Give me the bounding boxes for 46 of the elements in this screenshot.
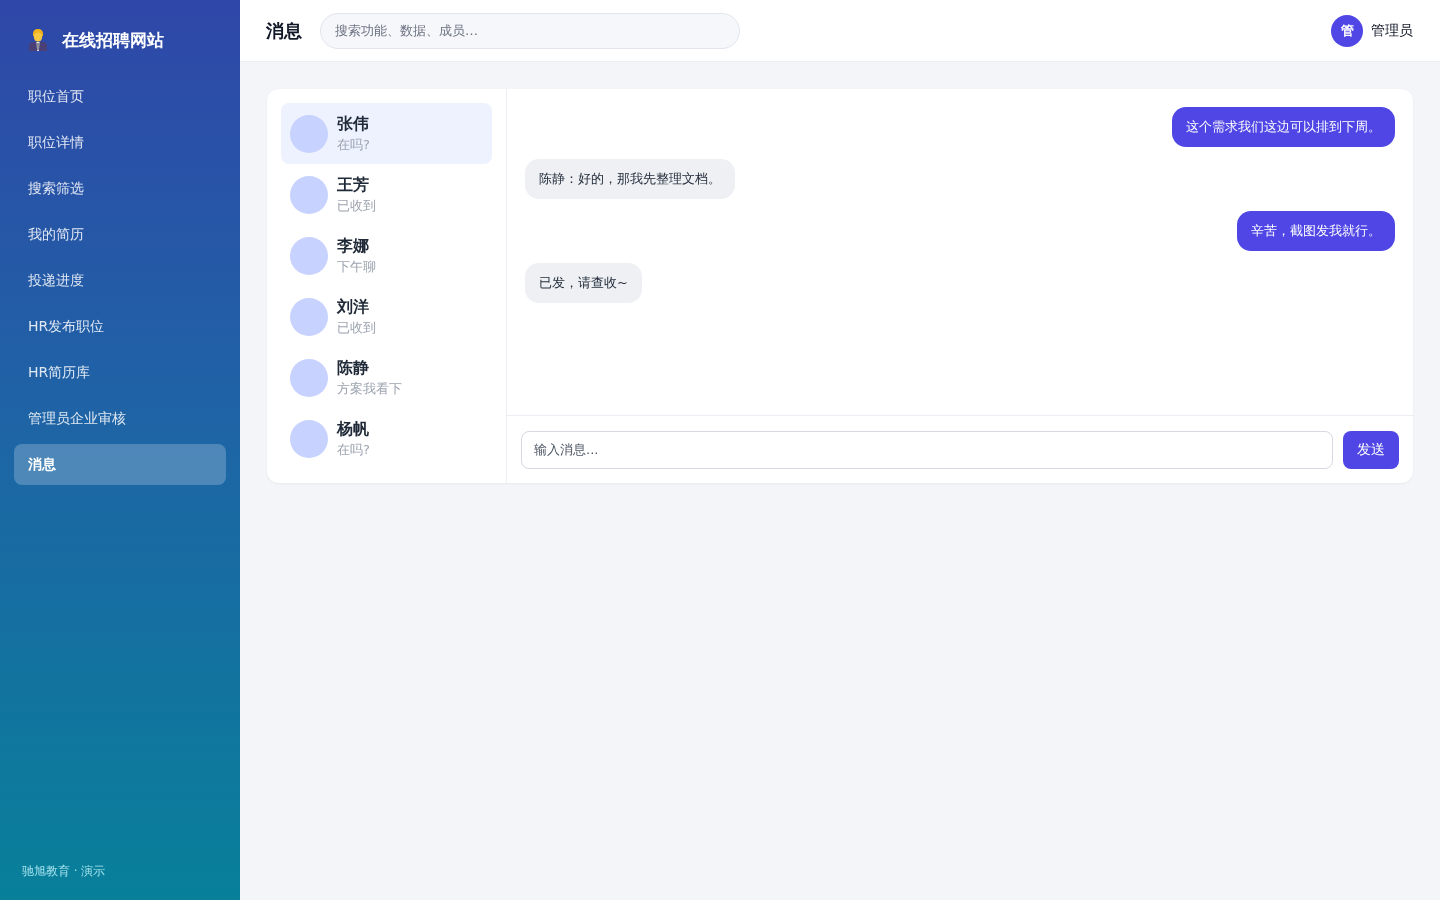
contact-last-message: 已收到	[337, 318, 376, 337]
contact-last-message: 方案我看下	[337, 379, 402, 398]
site-logo-text: 在线招聘网站	[62, 28, 164, 52]
message-input-field[interactable]: 输入消息...	[521, 430, 1333, 469]
person-icon	[28, 29, 48, 51]
contact-name: 王芳	[337, 174, 370, 195]
contact-item[interactable]: 杨帆 在吗?	[281, 408, 492, 469]
sidebar-nav-item[interactable]: 职位首页	[14, 76, 226, 117]
contact-last-message: 在吗?	[337, 440, 370, 459]
received-message-bubble: 陈静：好的，那我先整理文档。	[525, 159, 735, 199]
sidebar-nav-item[interactable]: 消息	[14, 444, 226, 485]
contact-avatar-icon	[290, 297, 328, 336]
sidebar-nav-item[interactable]: HR发布职位	[14, 306, 226, 347]
send-button[interactable]: 发送	[1343, 430, 1399, 469]
contact-item[interactable]: 刘洋 已收到	[281, 286, 492, 347]
sidebar-footer-text: 驰旭教育 · 演示	[21, 863, 107, 880]
contact-last-message: 已收到	[337, 196, 376, 215]
contact-item[interactable]: 张伟 在吗?	[281, 103, 492, 164]
received-message-bubble: 已发，请查收~	[525, 263, 642, 303]
sidebar-nav-item[interactable]: 职位详情	[14, 122, 226, 163]
sent-message-bubble: 这个需求我们这边可以排到下周。	[1172, 107, 1395, 147]
contact-avatar-icon	[290, 358, 328, 397]
sidebar-nav-item[interactable]: 投递进度	[14, 260, 226, 301]
user-avatar[interactable]: 管	[1331, 14, 1363, 47]
sidebar-nav-item[interactable]: HR简历库	[14, 352, 226, 393]
contact-avatar-icon	[290, 114, 328, 153]
contact-name: 杨帆	[337, 418, 370, 439]
contact-name: 刘洋	[337, 296, 370, 317]
user-name: 管理员	[1371, 21, 1413, 40]
contact-last-message: 在吗?	[337, 135, 370, 154]
sent-message-bubble: 辛苦，截图发我就行。	[1237, 211, 1395, 251]
contact-name: 李娜	[337, 235, 370, 256]
contact-avatar-icon	[290, 175, 328, 214]
contact-item[interactable]: 李娜 下午聊	[281, 225, 492, 286]
contact-item[interactable]: 陈静 方案我看下	[281, 347, 492, 408]
page-title: 消息	[266, 18, 302, 43]
contact-name: 陈静	[337, 357, 370, 378]
contact-last-message: 下午聊	[337, 257, 376, 276]
contact-avatar-icon	[290, 236, 328, 275]
search-field[interactable]: 搜索功能、数据、成员…	[320, 12, 740, 49]
contact-item[interactable]: 王芳 已收到	[281, 164, 492, 225]
sidebar-nav-item[interactable]: 我的简历	[14, 214, 226, 255]
sidebar-nav-item[interactable]: 管理员企业审核	[14, 398, 226, 439]
contact-name: 张伟	[337, 113, 370, 134]
contact-avatar-icon	[290, 419, 328, 458]
sidebar-nav-item[interactable]: 搜索筛选	[14, 168, 226, 209]
